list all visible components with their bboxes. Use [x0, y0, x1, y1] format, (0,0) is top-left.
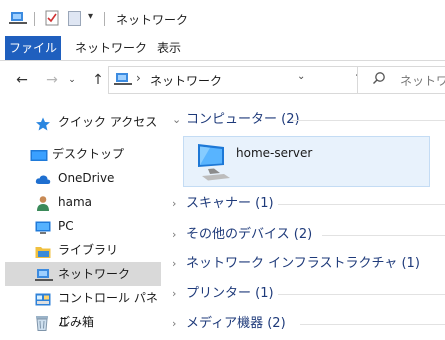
nav-item-recycle-bin[interactable]: ごみ箱	[5, 310, 161, 334]
properties-icon[interactable]	[45, 10, 59, 29]
recycle-bin-icon	[35, 315, 51, 331]
toolbar-separator	[104, 12, 105, 26]
recent-locations-button[interactable]: ⌄	[63, 71, 81, 89]
group-media-devices[interactable]: › メディア機器 (2)	[172, 313, 445, 335]
title-bar: ▾ ネットワーク	[0, 0, 445, 36]
pc-icon	[35, 219, 51, 234]
chevron-right-icon[interactable]: ›	[172, 283, 184, 305]
address-history-dropdown-icon[interactable]: ⌄	[297, 71, 305, 82]
nav-item-desktop[interactable]: デスクトップ	[5, 142, 161, 166]
nav-item-quick-access[interactable]: クイック アクセス	[5, 110, 161, 134]
nav-item-network[interactable]: ネットワーク	[5, 262, 161, 286]
computer-label: home-server	[236, 146, 313, 160]
tab-network[interactable]: ネットワーク	[75, 36, 147, 60]
quick-access-dropdown-icon[interactable]: ▾	[88, 11, 93, 22]
tab-view[interactable]: 表示	[157, 36, 181, 60]
group-divider	[278, 204, 445, 205]
network-icon	[35, 267, 53, 281]
search-input[interactable]: ネットワ	[400, 72, 445, 89]
group-other-devices[interactable]: › その他のデバイス (2)	[172, 224, 445, 246]
group-divider	[278, 294, 445, 295]
group-divider	[292, 120, 445, 121]
nav-item-user[interactable]: hama	[5, 190, 161, 214]
group-printers[interactable]: › プリンター (1)	[172, 283, 445, 305]
breadcrumb-network[interactable]: ネットワーク	[150, 72, 222, 89]
chevron-right-icon[interactable]: ›	[172, 313, 184, 335]
star-icon	[35, 115, 51, 131]
chevron-right-icon[interactable]: ›	[172, 193, 184, 215]
breadcrumb-chevron-icon[interactable]: ›	[136, 71, 141, 85]
nav-item-onedrive[interactable]: OneDrive	[5, 166, 161, 190]
search-box[interactable]: ネットワ	[357, 66, 445, 94]
new-folder-icon[interactable]	[68, 10, 81, 29]
network-location-icon	[114, 71, 132, 90]
back-button[interactable]: ←	[13, 71, 31, 89]
nav-item-control-panel[interactable]: コントロール パネル	[5, 286, 161, 329]
group-network-infrastructure[interactable]: › ネットワーク インフラストラクチャ (1)	[172, 253, 445, 275]
control-panel-icon	[35, 291, 51, 306]
nav-item-pc[interactable]: PC	[5, 214, 161, 238]
chevron-down-icon[interactable]: ⌄	[172, 109, 184, 131]
address-row: ← → ⌄ ↑ › ネットワーク ⌄ ↻ ネットワ	[0, 61, 445, 99]
desktop-icon	[30, 147, 48, 161]
chevron-right-icon[interactable]: ›	[172, 253, 184, 275]
group-divider	[322, 235, 445, 236]
ribbon-tabs: ファイル ネットワーク 表示	[0, 36, 445, 61]
group-computers[interactable]: ⌄ コンピューター (2)	[172, 109, 445, 131]
network-app-icon	[9, 10, 27, 29]
computer-tile-home-server[interactable]: home-server	[183, 136, 430, 187]
address-bar[interactable]: › ネットワーク ⌄	[108, 66, 350, 94]
window-title: ネットワーク	[116, 13, 189, 27]
forward-button[interactable]: →	[43, 71, 61, 89]
up-button[interactable]: ↑	[89, 71, 107, 89]
tab-file[interactable]: ファイル	[5, 36, 61, 60]
group-scanners[interactable]: › スキャナー (1)	[172, 193, 445, 215]
nav-item-library[interactable]: ライブラリ	[5, 238, 161, 262]
group-divider	[300, 324, 445, 325]
chevron-right-icon[interactable]: ›	[172, 224, 184, 246]
library-icon	[35, 243, 51, 258]
toolbar-separator	[34, 12, 35, 26]
user-icon	[35, 195, 51, 211]
search-icon	[372, 71, 386, 88]
computer-icon	[194, 141, 232, 184]
cloud-icon	[35, 171, 51, 185]
